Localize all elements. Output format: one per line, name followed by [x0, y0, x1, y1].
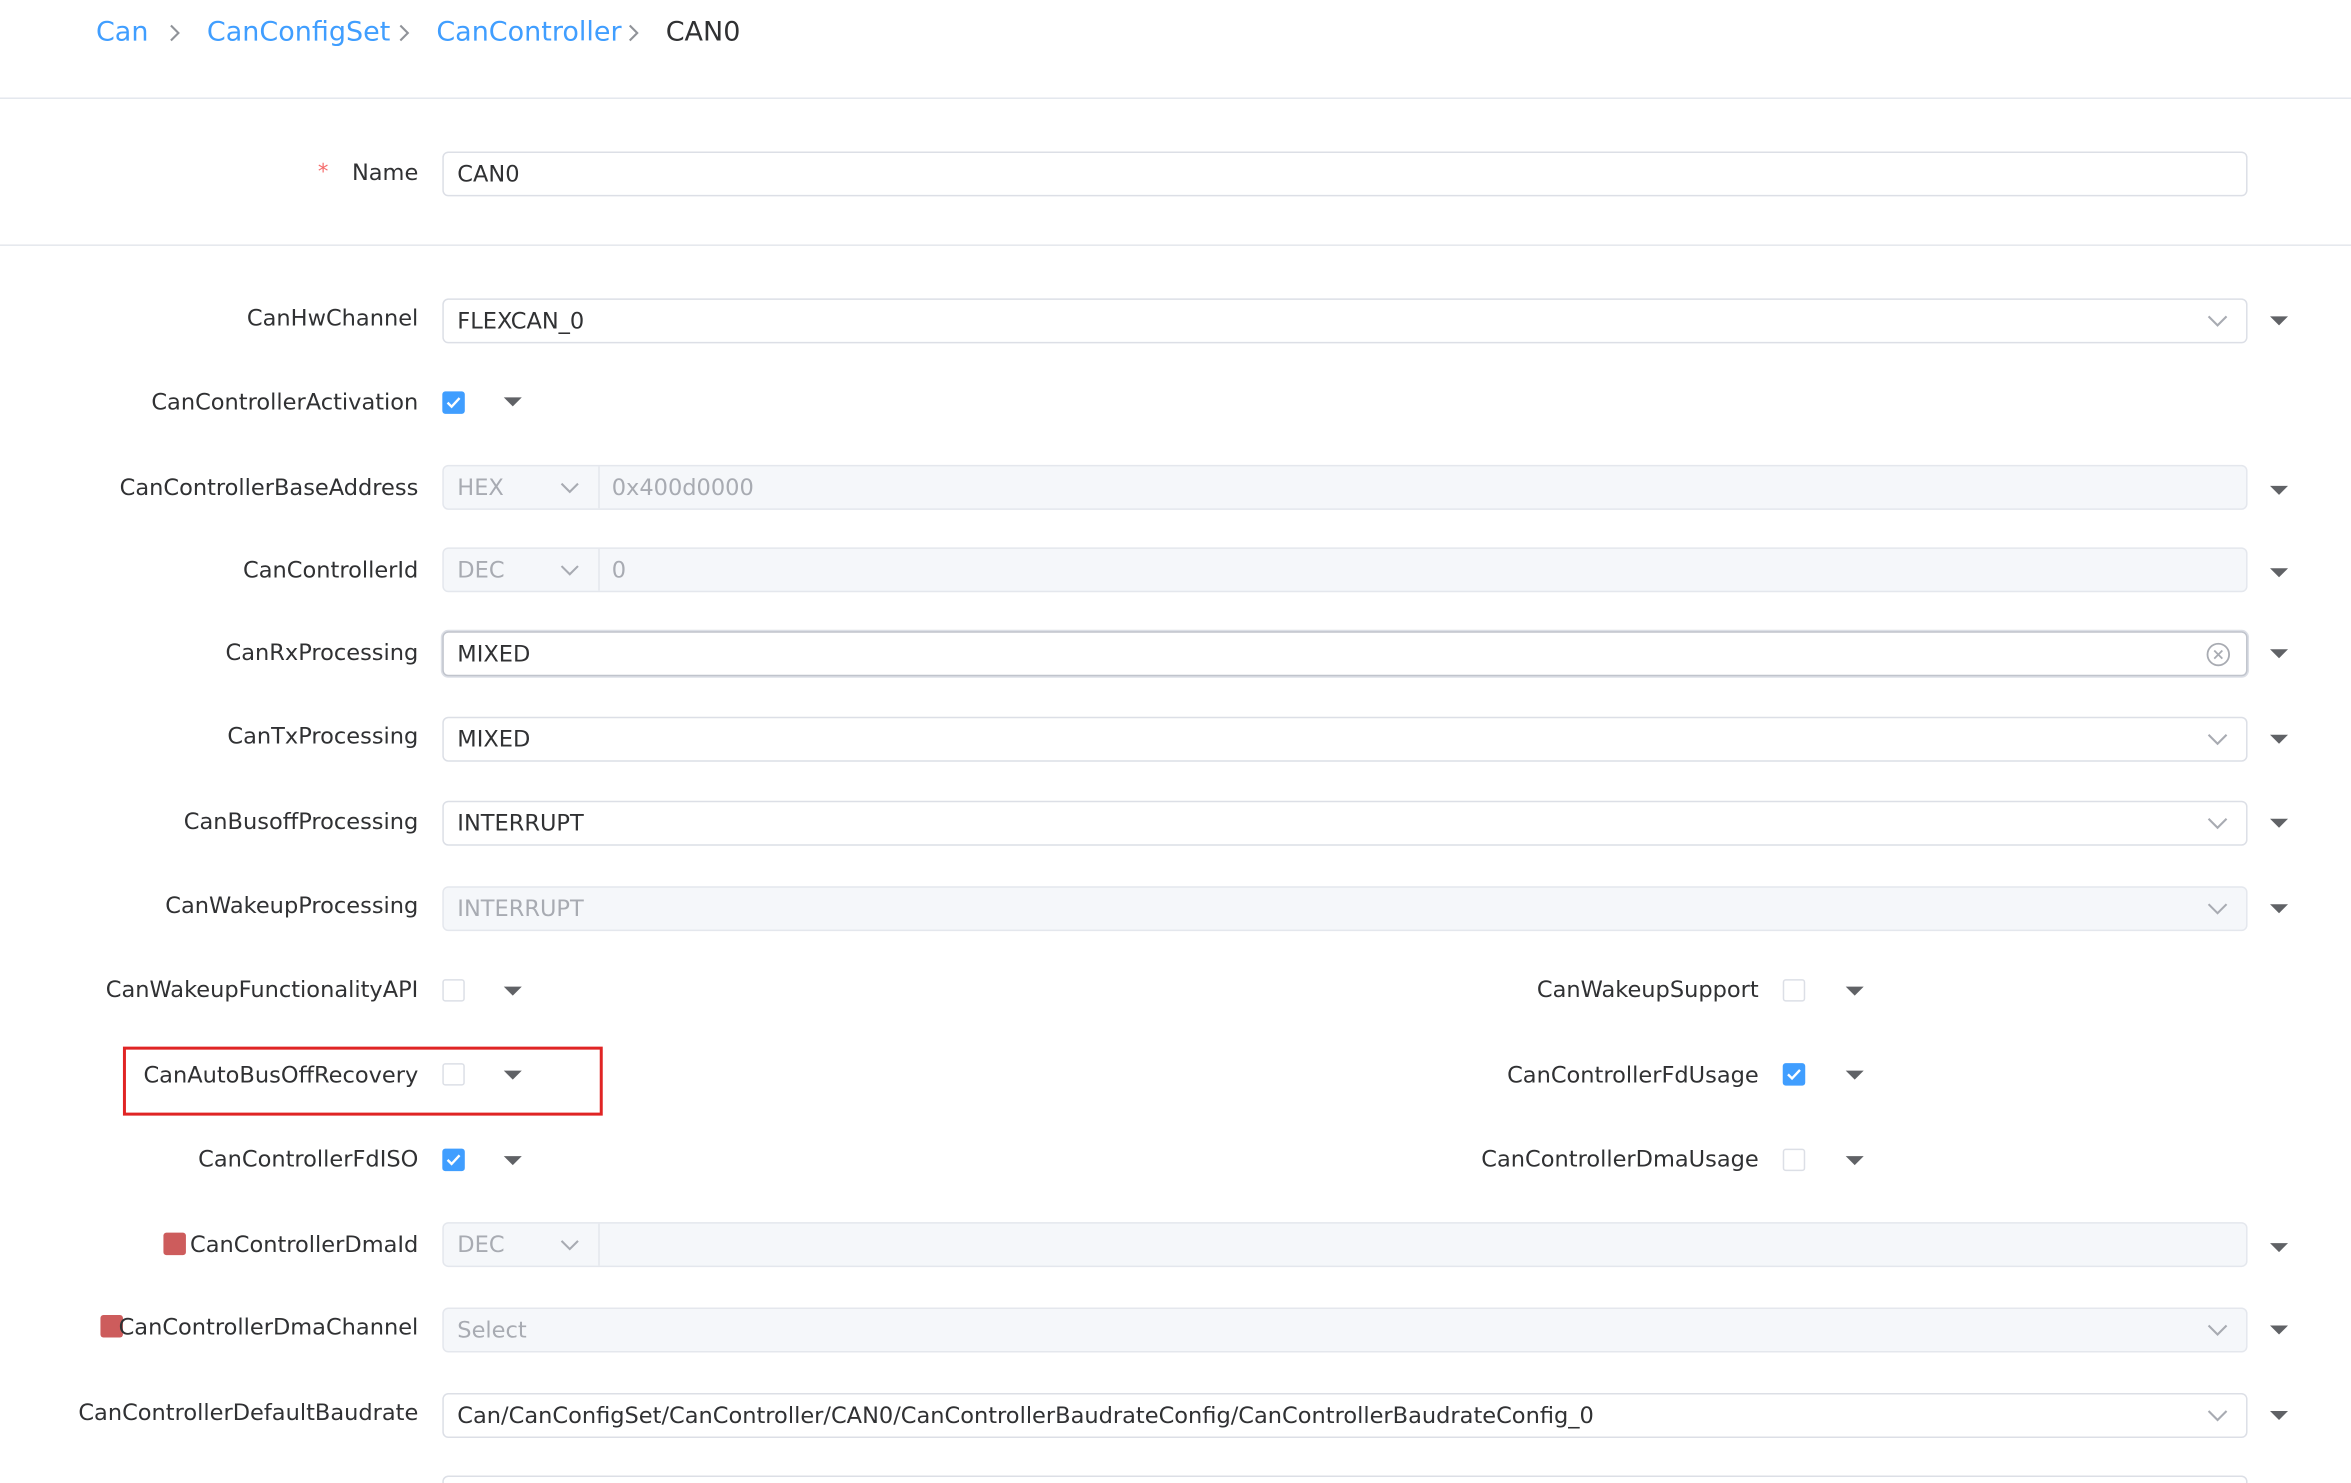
name-value: CAN0 — [457, 160, 520, 188]
canwakeupprocessing-label: CanWakeupProcessing — [165, 892, 419, 920]
breadcrumb: Can CanConfigSet CanController CAN0 — [0, 0, 2351, 66]
cancontrollerfdusage-checkbox[interactable] — [1782, 1063, 1806, 1086]
chevron-right-icon — [399, 24, 410, 42]
chevron-down-icon — [2204, 802, 2231, 844]
chevron-right-icon — [170, 24, 180, 42]
cancontrollerbaseaddress-input[interactable]: HEX 0x400d0000 — [442, 464, 2248, 510]
cancontrolleractivation-checkbox[interactable] — [442, 391, 465, 414]
breadcrumb-item-can[interactable]: Can — [96, 16, 149, 49]
check-icon — [446, 1154, 461, 1166]
canwakeupprocessing-value: INTERRUPT — [457, 895, 584, 923]
caret-down-icon[interactable] — [503, 986, 522, 996]
cancontrollerdefaultbaudrate-label: CanControllerDefaultBaudrate — [78, 1399, 419, 1427]
cancontrollerfdiso-checkbox[interactable] — [442, 1148, 465, 1172]
caret-down-icon[interactable] — [2270, 1243, 2289, 1253]
cancontrollerdmachannel-label: CanControllerDmaChannel — [118, 1313, 419, 1341]
chevron-down-icon — [2204, 1395, 2231, 1437]
canwakeupprocessing-select[interactable]: INTERRUPT — [442, 886, 2248, 932]
canautobusoffrecovery-label: CanAutoBusOffRecovery — [143, 1061, 419, 1089]
chevron-down-icon — [560, 564, 579, 576]
controller-id-value: 0 — [611, 556, 627, 584]
canhwchannel-value: FLEXCAN_0 — [457, 307, 585, 335]
chevron-down-icon — [2204, 888, 2231, 930]
canhwchannel-select[interactable]: FLEXCAN_0 — [442, 298, 2248, 344]
cantxprocessing-select[interactable]: MIXED — [442, 716, 2248, 762]
divider — [0, 244, 2351, 246]
name-input[interactable]: CAN0 — [442, 151, 2248, 197]
cancontrollerfdusage-label: CanControllerFdUsage — [1507, 1061, 1759, 1089]
cancontrollerdefaultbaudrate-select[interactable]: Can/CanConfigSet/CanController/CAN0/CanC… — [442, 1393, 2248, 1439]
warning-marker-icon — [163, 1232, 186, 1256]
chevron-down-icon — [560, 482, 579, 493]
caret-down-icon[interactable] — [503, 1156, 522, 1166]
caret-down-icon[interactable] — [2270, 1325, 2289, 1335]
breadcrumb-current: CAN0 — [665, 16, 741, 48]
caret-down-icon[interactable] — [2270, 734, 2289, 744]
check-icon — [446, 397, 461, 409]
caret-down-icon[interactable] — [2270, 904, 2289, 914]
canautobusoffrecovery-checkbox[interactable] — [442, 1063, 465, 1086]
breadcrumb-item-canconfigset[interactable]: CanConfigSet — [207, 16, 390, 49]
cancontrolleractivation-label: CanControllerActivation — [151, 388, 419, 416]
cancontrollerbaseaddress-label: CanControllerBaseAddress — [119, 473, 419, 501]
chevron-down-icon — [2204, 1309, 2231, 1351]
caret-down-icon[interactable] — [2270, 485, 2289, 495]
canwakeupsupport-checkbox[interactable] — [1782, 979, 1806, 1002]
canrxprocessing-select[interactable]: MIXED — [442, 631, 2248, 677]
canrxprocessing-label: CanRxProcessing — [225, 638, 419, 666]
dma-id-value — [600, 1224, 2246, 1266]
caret-down-icon[interactable] — [2270, 649, 2289, 659]
caret-down-icon[interactable] — [503, 397, 522, 407]
chevron-down-icon — [560, 1239, 579, 1250]
canbusoffprocessing-value: INTERRUPT — [457, 809, 584, 837]
caret-down-icon[interactable] — [1845, 1156, 1864, 1166]
cancontrollerid-input[interactable]: DEC 0 — [442, 547, 2248, 593]
base-address-value: 0x400d0000 — [611, 473, 754, 501]
dma-id-format-select[interactable]: DEC — [444, 1223, 600, 1266]
circle-close-icon[interactable] — [2204, 633, 2231, 675]
cantxprocessing-label: CanTxProcessing — [227, 722, 419, 750]
chevron-right-icon — [628, 24, 639, 42]
controller-id-format-select[interactable]: DEC — [444, 548, 600, 591]
cancontrollerfdiso-label: CanControllerFdISO — [198, 1145, 419, 1173]
dma-id-format: DEC — [457, 1231, 505, 1259]
chevron-down-icon — [2204, 718, 2231, 760]
cancontrollerdmachannel-select[interactable]: Select — [442, 1307, 2248, 1353]
dma-channel-placeholder: Select — [457, 1316, 527, 1344]
canbusoffprocessing-label: CanBusoffProcessing — [183, 808, 419, 836]
default-baudrate-value: Can/CanConfigSet/CanController/CAN0/CanC… — [457, 1402, 1594, 1430]
canrxprocessing-value: MIXED — [457, 640, 531, 668]
required-marker: * — [317, 160, 329, 185]
caret-down-icon[interactable] — [2270, 818, 2289, 828]
canwakeupsupport-label: CanWakeupSupport — [1536, 976, 1759, 1004]
cantxprocessing-value: MIXED — [457, 725, 531, 753]
base-address-format: HEX — [457, 473, 504, 501]
caret-down-icon[interactable] — [503, 1070, 522, 1080]
canwakeupfunctionalityapi-label: CanWakeupFunctionalityAPI — [105, 976, 419, 1004]
caret-down-icon[interactable] — [2270, 316, 2289, 326]
divider — [0, 97, 2351, 99]
next-field-partial[interactable] — [442, 1475, 2248, 1483]
name-label: Name — [351, 158, 419, 186]
cancontrollerdmausage-checkbox[interactable] — [1782, 1148, 1806, 1172]
base-address-format-select[interactable]: HEX — [444, 466, 600, 509]
cancontrollerdmaid-label: CanControllerDmaId — [190, 1231, 419, 1259]
can-controller-config-page: Can CanConfigSet CanController CAN0 * Na… — [0, 0, 2351, 1483]
caret-down-icon[interactable] — [1845, 1070, 1864, 1080]
controller-id-format: DEC — [457, 556, 505, 584]
caret-down-icon[interactable] — [2270, 568, 2289, 578]
canhwchannel-label: CanHwChannel — [246, 304, 419, 332]
caret-down-icon[interactable] — [1845, 986, 1864, 996]
canbusoffprocessing-select[interactable]: INTERRUPT — [442, 800, 2248, 846]
chevron-down-icon — [2204, 300, 2231, 342]
cancontrollerid-label: CanControllerId — [243, 556, 419, 584]
caret-down-icon[interactable] — [2270, 1411, 2289, 1421]
cancontrollerdmaid-input[interactable]: DEC — [442, 1222, 2248, 1268]
cancontrollerdmausage-label: CanControllerDmaUsage — [1481, 1145, 1759, 1173]
canwakeupfunctionalityapi-checkbox[interactable] — [442, 979, 465, 1002]
breadcrumb-item-cancontroller[interactable]: CanController — [436, 16, 621, 49]
check-icon — [1787, 1069, 1801, 1081]
